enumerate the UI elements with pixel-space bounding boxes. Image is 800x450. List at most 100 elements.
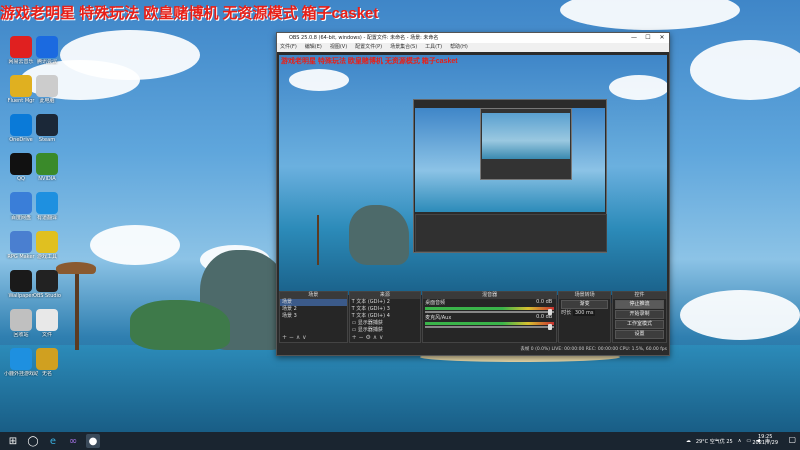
netease-music-icon [10, 36, 32, 58]
channel-level: 0.0 dB [536, 299, 553, 305]
source-item[interactable]: T 文本 (GDI+) 3 [350, 306, 420, 313]
sources-dock: 来源 T 文本 (GDI+) 2 T 文本 (GDI+) 3 T 文本 (GDI… [348, 291, 422, 343]
settings-button[interactable]: 设置 [615, 330, 664, 339]
transition-select[interactable]: 渐变 [561, 300, 609, 309]
clock[interactable]: 19:25 2021/7/29 [752, 434, 778, 446]
studio-mode-button[interactable]: 工作室模式 [615, 320, 664, 329]
source-item[interactable]: ▭ 显示器捕获 [350, 320, 420, 327]
channel-level: 0.0 dB [536, 314, 553, 320]
desktop-icon-label: NVIDIA [38, 176, 56, 182]
network-icon[interactable]: ▭ [746, 438, 751, 444]
menu-tools[interactable]: 工具(T) [425, 43, 442, 52]
desktop-icon-label: OBS Studio [33, 293, 61, 299]
minimize-button[interactable]: — [627, 33, 641, 43]
desktop: 游戏老明星 特殊玩法 欧皇赌博机 无资源模式 箱子casket 网易云音乐 腾讯会… [0, 0, 800, 432]
duration-row: 时长 300 ms [559, 310, 610, 317]
file-icon [36, 348, 58, 370]
scene-item[interactable]: 场景 2 [280, 306, 347, 313]
desktop-icon[interactable]: Steam [30, 114, 64, 143]
volume-knob[interactable] [548, 324, 553, 330]
start-recording-button[interactable]: 开始录制 [615, 310, 664, 319]
notification-icon[interactable]: ▢ [788, 435, 796, 444]
steam-icon [36, 114, 58, 136]
desktop-icon[interactable]: 游戏工具 [30, 231, 64, 260]
windows-start-icon[interactable]: ⊞ [6, 434, 20, 448]
cloud [289, 69, 349, 91]
desktop-icon[interactable]: 腾讯会议 [30, 36, 64, 65]
desktop-icon-label: 此电脑 [39, 98, 55, 104]
menu-edit[interactable]: 编辑(E) [305, 43, 322, 52]
chevron-up-icon[interactable]: ∧ [738, 438, 742, 444]
desktop-icon[interactable]: 文件 [30, 309, 64, 338]
source-label: 文本 (GDI+) 4 [356, 313, 390, 319]
date: 2021/7/29 [752, 440, 778, 446]
source-label: 文本 (GDI+) 2 [356, 299, 390, 305]
source-item[interactable]: T 文本 (GDI+) 2 [350, 299, 420, 306]
nvidia-icon [36, 153, 58, 175]
transitions-dock: 场景转场 渐变 时长 300 ms [558, 291, 612, 343]
weather-text[interactable]: 29°C 空气优 25 [696, 438, 733, 445]
preview-banner: 游戏老明星 特殊玩法 欧皇赌博机 无资源模式 箱子casket [281, 58, 458, 65]
close-button[interactable]: ✕ [655, 33, 669, 43]
channel-name: 桌面音频 [425, 300, 446, 306]
desktop-icon-label: 有道翻译 [36, 215, 57, 221]
visual-studio-icon[interactable]: ∞ [66, 434, 80, 448]
menu-profile[interactable]: 配置文件(P) [355, 43, 382, 52]
island-foliage [130, 300, 230, 350]
globe-icon [10, 348, 32, 370]
watchtower [75, 270, 79, 350]
scene-item[interactable]: 场景 [280, 299, 347, 306]
source-label: 文本 (GDI+) 3 [356, 306, 390, 312]
menu-help[interactable]: 帮助(H) [450, 43, 468, 52]
stop-streaming-button[interactable]: 停止推流 [615, 300, 664, 309]
cloud [560, 0, 740, 30]
source-item[interactable]: T 文本 (GDI+) 4 [350, 313, 420, 320]
obs-docks: 场景 场景 场景 2 场景 3 + − ∧ ∨ 来源 T 文本 (GDI+) 2… [279, 291, 667, 343]
cloud [680, 290, 800, 340]
duration-input[interactable]: 300 ms [572, 310, 596, 316]
menu-file[interactable]: 文件(F) [280, 43, 297, 52]
source-toolbar[interactable]: + − ⚙ ∧ ∨ [352, 334, 384, 341]
audio-meter [425, 307, 555, 310]
menu-view[interactable]: 视图(V) [330, 43, 347, 52]
game-icon [36, 231, 58, 253]
desktop-icon[interactable]: OBS Studio [30, 270, 64, 299]
search-icon[interactable]: ◯ [26, 434, 40, 448]
stream-banner: 游戏老明星 特殊玩法 欧皇赌博机 无资源模式 箱子casket [0, 5, 379, 22]
source-label: 显示器捕获 [357, 320, 383, 326]
transitions-header: 场景转场 [559, 292, 611, 299]
desktop-icon[interactable]: 有道翻译 [30, 192, 64, 221]
obs-window[interactable]: OBS 25.0.8 (64-bit, windows) - 配置文件: 未命名… [276, 32, 670, 356]
volume-slider[interactable] [425, 324, 555, 330]
desktop-icon-label: Steam [38, 137, 56, 143]
obs-preview[interactable]: 游戏老明星 特殊玩法 欧皇赌博机 无资源模式 箱子casket [279, 55, 667, 303]
cloud [90, 225, 180, 265]
status-bar: 丢帧 0 (0.0%) LIVE: 00:00:00 REC: 00:00:00… [520, 347, 667, 352]
desktop-icon-label: 无名 [41, 371, 52, 377]
onedrive-icon [10, 114, 32, 136]
source-item[interactable]: ▭ 显示器捕获 [350, 327, 420, 334]
computer-icon [36, 75, 58, 97]
desktop-icon-label: 腾讯会议 [36, 59, 57, 65]
edge-icon[interactable]: e [46, 434, 60, 448]
nested-preview-2 [482, 113, 570, 159]
maximize-button[interactable]: ☐ [641, 33, 655, 43]
scene-item[interactable]: 场景 3 [280, 313, 347, 320]
recycle-bin-icon [10, 309, 32, 331]
volume-knob[interactable] [548, 309, 553, 315]
scene-toolbar[interactable]: + − ∧ ∨ [282, 334, 307, 341]
wallpaper-icon [10, 270, 32, 292]
menu-scene-collection[interactable]: 场景集合(S) [390, 43, 417, 52]
desktop-icon[interactable]: 此电脑 [30, 75, 64, 104]
cloud [690, 40, 800, 100]
desktop-icon-label: 游戏工具 [36, 254, 57, 260]
volume-slider[interactable] [425, 309, 555, 315]
obs-icon[interactable]: ● [86, 434, 100, 448]
desktop-icon[interactable]: 无名 [30, 348, 64, 377]
weather-icon: ☁ [685, 438, 691, 444]
nested-docks [415, 214, 607, 252]
desktop-icon[interactable]: NVIDIA [30, 153, 64, 182]
nested-obs-window [413, 99, 607, 253]
obs-titlebar[interactable]: OBS 25.0.8 (64-bit, windows) - 配置文件: 未命名… [277, 33, 669, 43]
nested-obs-window-2 [480, 108, 572, 180]
